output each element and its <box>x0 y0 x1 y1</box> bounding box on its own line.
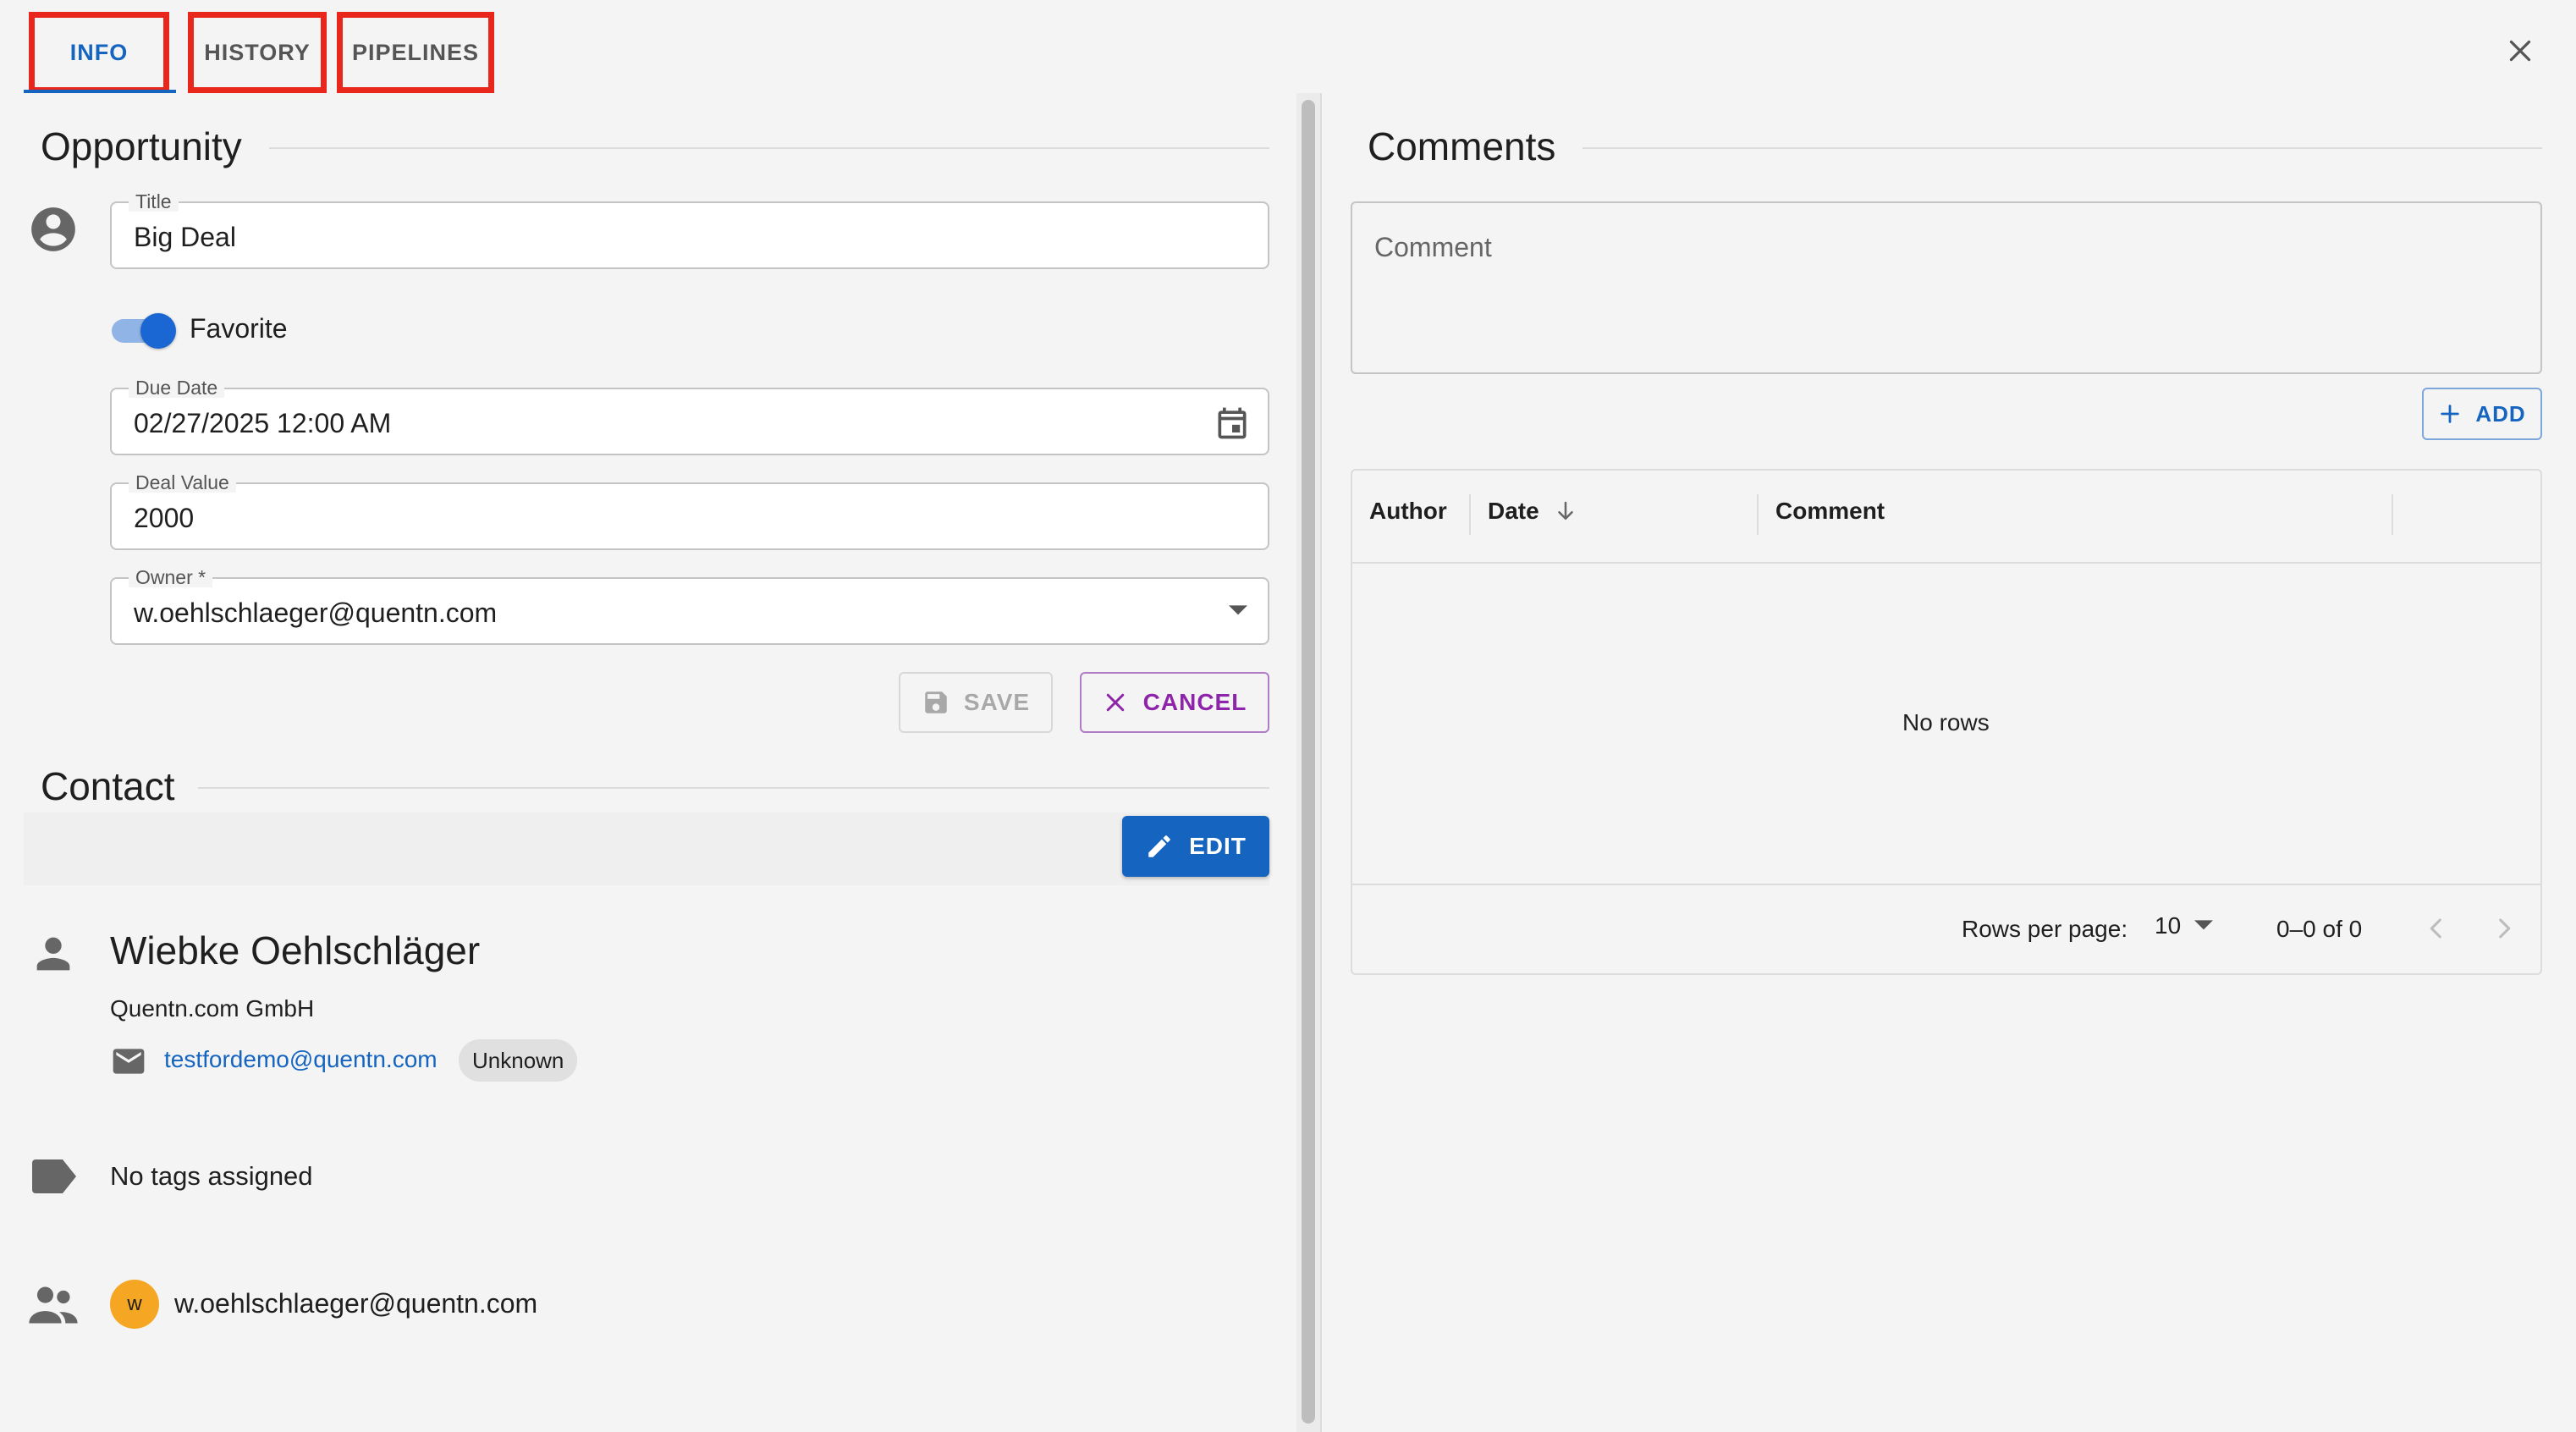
owner-select-value: w.oehlschlaeger@quentn.com <box>134 598 498 628</box>
table-footer-divider <box>1352 884 2540 885</box>
opportunity-section-title: Opportunity <box>41 124 242 168</box>
dropdown-arrow-icon <box>1229 605 1247 615</box>
person-icon <box>36 937 70 971</box>
tab-active-indicator <box>24 90 176 93</box>
favorite-label: Favorite <box>190 313 288 344</box>
tab-info[interactable]: INFO <box>29 12 169 93</box>
favorite-toggle-thumb <box>140 313 176 349</box>
deal-value-field-value: 2000 <box>134 503 195 533</box>
table-empty-text: No rows <box>1902 709 1990 735</box>
contact-divider <box>198 787 1269 789</box>
close-button[interactable] <box>2498 29 2542 73</box>
tab-pipelines[interactable]: PIPELINES <box>337 12 494 93</box>
contact-email-link[interactable]: testfordemo@quentn.com <box>164 1046 438 1073</box>
save-button-label: SAVE <box>963 689 1031 715</box>
calendar-icon[interactable] <box>1214 405 1251 442</box>
cancel-button[interactable]: CANCEL <box>1080 672 1269 733</box>
column-separator[interactable] <box>1757 494 1759 535</box>
add-comment-button[interactable]: ADD <box>2422 388 2542 440</box>
close-icon <box>1106 693 1124 712</box>
deal-value-field[interactable]: Deal Value 2000 <box>110 472 1269 550</box>
panel-scrollbar-thumb[interactable] <box>1302 100 1315 1424</box>
add-comment-button-label: ADD <box>2475 400 2526 427</box>
email-status-badge-label: Unknown <box>472 1047 564 1073</box>
comment-input[interactable]: Comment <box>1351 201 2542 374</box>
tab-history-label: HISTORY <box>204 39 311 65</box>
title-field-value: Big Deal <box>134 222 236 252</box>
people-icon <box>29 1286 78 1324</box>
owner-select-label: Owner * <box>129 567 213 587</box>
opportunity-divider <box>269 147 1269 149</box>
pagination-range: 0–0 of 0 <box>2276 916 2363 942</box>
tab-history[interactable]: HISTORY <box>188 12 327 93</box>
email-status-badge: Unknown <box>459 1039 578 1082</box>
save-icon <box>925 691 947 713</box>
panel-scrollbar-track[interactable] <box>1296 93 1322 1432</box>
column-header-author[interactable]: Author <box>1369 498 1447 525</box>
close-icon <box>2509 40 2531 62</box>
contact-toolbar <box>24 812 1269 885</box>
chevron-down-icon <box>2194 920 2214 930</box>
member-avatar: w <box>110 1280 159 1329</box>
contact-name: Wiebke Oehlschläger <box>110 928 481 972</box>
previous-page-icon[interactable] <box>2422 912 2451 945</box>
comment-input-placeholder: Comment <box>1374 232 1492 262</box>
comments-section-title: Comments <box>1368 124 1556 168</box>
contact-section-title: Contact <box>41 764 175 808</box>
sort-arrow-down-icon[interactable] <box>1553 498 1578 524</box>
column-separator[interactable] <box>2392 494 2393 535</box>
title-field[interactable]: Title Big Deal <box>110 191 1269 269</box>
account-circle-icon <box>31 207 75 251</box>
favorite-toggle[interactable] <box>110 311 181 349</box>
column-header-date[interactable]: Date <box>1488 498 1578 525</box>
cancel-button-label: CANCEL <box>1142 689 1247 715</box>
tag-icon <box>32 1159 76 1193</box>
contact-company: Quentn.com GmbH <box>110 995 315 1022</box>
column-separator[interactable] <box>1469 494 1471 535</box>
column-header-date-label: Date <box>1488 498 1539 524</box>
comments-divider <box>1582 147 2542 149</box>
save-button[interactable]: SAVE <box>899 672 1053 733</box>
rows-per-page-value: 10 <box>2155 912 2182 939</box>
tags-empty-text: No tags assigned <box>110 1161 313 1191</box>
table-header-divider <box>1352 562 2540 564</box>
member-email: w.oehlschlaeger@quentn.com <box>174 1288 538 1319</box>
next-page-icon[interactable] <box>2490 912 2518 945</box>
column-header-comment[interactable]: Comment <box>1775 498 1885 525</box>
due-date-field-value: 02/27/2025 12:00 AM <box>134 408 392 438</box>
deal-value-field-label: Deal Value <box>129 472 236 493</box>
due-date-field-label: Due Date <box>129 377 225 398</box>
due-date-field[interactable]: Due Date 02/27/2025 12:00 AM <box>110 377 1269 455</box>
tab-pipelines-label: PIPELINES <box>351 39 480 65</box>
edit-contact-button[interactable]: EDIT <box>1122 816 1269 877</box>
title-field-label: Title <box>129 191 179 212</box>
owner-select[interactable]: Owner * w.oehlschlaeger@quentn.com <box>110 567 1269 645</box>
member-avatar-initial: w <box>127 1292 142 1315</box>
rows-per-page-label: Rows per page: <box>1962 916 2128 942</box>
tab-info-label: INFO <box>69 39 129 65</box>
pencil-icon <box>1148 835 1170 857</box>
rows-per-page-select[interactable]: 10 <box>2155 912 2214 939</box>
edit-contact-button-label: EDIT <box>1189 833 1247 859</box>
email-icon <box>113 1049 145 1074</box>
plus-icon <box>2441 405 2460 423</box>
